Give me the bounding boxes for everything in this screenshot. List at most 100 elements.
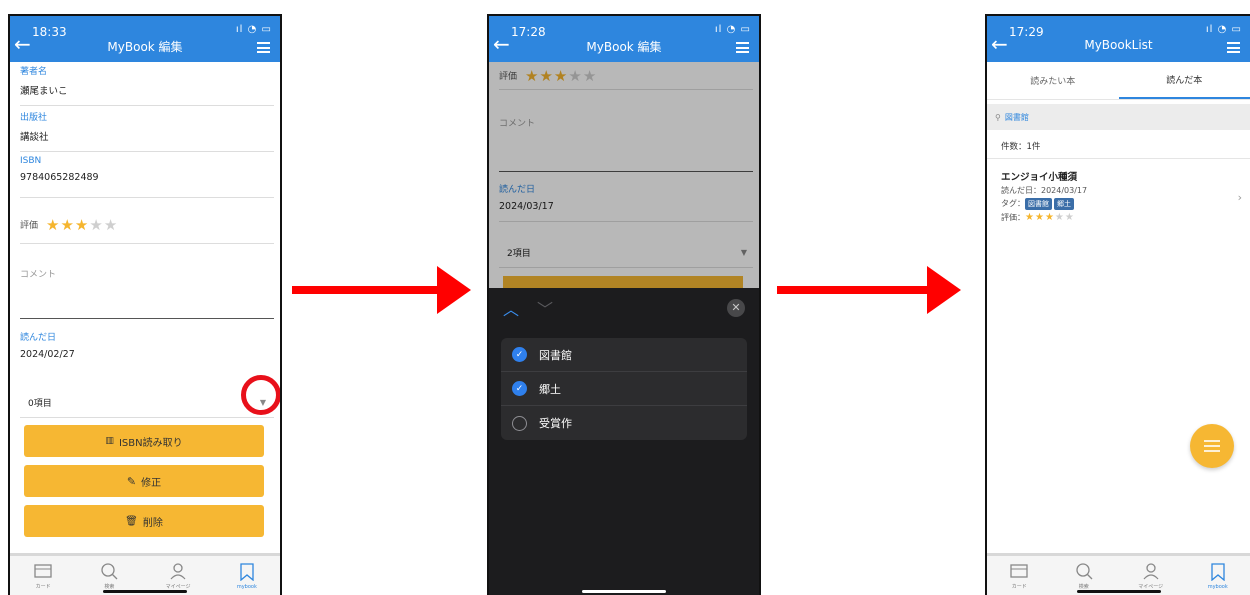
book-tags: タグ： 図書館 郷土: [1001, 198, 1250, 210]
chevron-down-icon[interactable]: ﹀: [537, 300, 553, 319]
tab-label: mybook: [236, 583, 257, 590]
tab-search[interactable]: 検索: [1074, 561, 1094, 590]
rating-field: 評価 ★★★★★: [20, 206, 274, 244]
read-date-value: 2024/02/27: [20, 349, 75, 360]
star-empty-icon: ★: [1064, 212, 1075, 223]
isbn-field[interactable]: ISBN 9784065282489: [20, 156, 274, 198]
tab-mybook[interactable]: mybook: [1208, 562, 1228, 590]
highlight-circle: [241, 375, 280, 415]
chevron-right-icon[interactable]: ›: [1238, 191, 1242, 204]
tab-label: 検索: [104, 584, 115, 590]
option-list: ✓ 図書館 ✓ 郷土 受賞作: [501, 338, 747, 440]
search-icon: [99, 561, 119, 581]
bottom-tab-bar: カード 検索 マイページ mybook: [10, 553, 280, 595]
tab-want-to-read[interactable]: 読みたい本: [987, 62, 1119, 99]
isbn-value: 9784065282489: [20, 172, 99, 183]
flow-arrow: [292, 266, 471, 314]
home-indicator: [103, 590, 187, 593]
signal-wifi-battery-icon: ıl ◔ ▭: [714, 24, 751, 35]
publisher-field[interactable]: 出版社 講談社: [20, 110, 274, 152]
signal-wifi-battery-icon: ıl ◔ ▭: [235, 24, 272, 35]
read-date-label: 読んだ日: [20, 333, 57, 343]
comment-placeholder: コメント: [20, 270, 57, 280]
delete-button[interactable]: 🗑 削除: [24, 505, 264, 537]
option-local[interactable]: ✓ 郷土: [501, 372, 747, 406]
menu-fab-button[interactable]: [1190, 424, 1234, 468]
result-count: 件数：1件: [1001, 142, 1041, 152]
phone-screen-tag-select: 17:28 ← MyBook 編集 ıl ◔ ▭ 評価 ★★★★★ コメント 読…: [487, 14, 761, 595]
author-field[interactable]: 著者名 瀬尾まいこ: [20, 64, 274, 106]
card-icon: [1009, 561, 1029, 581]
option-label: 図書館: [539, 348, 572, 362]
modal-backdrop[interactable]: [489, 62, 759, 288]
app-header: 18:33 ← MyBook 編集 ıl ◔ ▭: [10, 16, 280, 62]
read-date-field[interactable]: 読んだ日 2024/02/27: [20, 330, 274, 368]
trash-icon: 🗑: [125, 515, 138, 527]
star-icon: ★: [1034, 212, 1045, 223]
edit-label: 修正: [141, 477, 162, 489]
tab-label: カード: [1011, 584, 1027, 590]
delete-label: 削除: [142, 517, 163, 529]
app-header: 17:28 ← MyBook 編集 ıl ◔ ▭: [489, 16, 759, 62]
rating-label: 評価：: [1001, 213, 1025, 222]
star-icon[interactable]: ★: [75, 216, 89, 234]
tag-badge: 郷土: [1054, 198, 1074, 210]
rating-stars[interactable]: ★★★★★: [46, 216, 118, 234]
star-icon[interactable]: ★: [60, 216, 74, 234]
star-empty-icon[interactable]: ★: [104, 216, 118, 234]
status-time: 17:29: [1009, 25, 1044, 39]
tab-card[interactable]: カード: [1009, 561, 1029, 590]
option-library[interactable]: ✓ 図書館: [501, 338, 747, 372]
bookmark-icon: [237, 562, 257, 582]
hamburger-menu-icon[interactable]: [736, 42, 749, 53]
tab-mybook[interactable]: mybook: [237, 562, 257, 590]
star-icon[interactable]: ★: [46, 216, 60, 234]
unchecked-circle-icon: [512, 415, 527, 431]
tab-card[interactable]: カード: [33, 561, 53, 590]
edit-button[interactable]: ✎ 修正: [24, 465, 264, 497]
tag-select[interactable]: 0項目 ▼: [20, 388, 274, 418]
tag-filter-bar[interactable]: ⚲ 図書館: [987, 104, 1250, 130]
page-title: MyBook 編集: [586, 40, 662, 54]
list-item[interactable]: エンジョイ小種須 読んだ日：2024/03/17 タグ： 図書館 郷土 評価：★★★…: [987, 158, 1250, 248]
tab-mypage[interactable]: マイページ: [166, 561, 191, 590]
user-icon: [168, 561, 188, 581]
pencil-icon: ✎: [126, 474, 137, 488]
tag-filter-value: 図書館: [1004, 112, 1029, 122]
comment-field[interactable]: コメント: [20, 261, 274, 319]
app-header: 17:29 ← MyBookList ıl ◔ ▭: [987, 16, 1250, 62]
tab-search[interactable]: 検索: [99, 561, 119, 590]
hamburger-menu-icon[interactable]: [257, 42, 270, 53]
close-icon[interactable]: ✕: [727, 299, 745, 317]
checkmark-icon: ✓: [512, 381, 527, 396]
publisher-value: 講談社: [20, 132, 49, 143]
tags-label: タグ：: [1001, 199, 1025, 208]
tab-label: マイページ: [165, 584, 191, 590]
author-value: 瀬尾まいこ: [20, 86, 68, 97]
tab-label: カード: [35, 584, 51, 590]
search-icon: ⚲: [995, 112, 1001, 122]
publisher-label: 出版社: [20, 113, 48, 123]
star-empty-icon[interactable]: ★: [89, 216, 103, 234]
option-award[interactable]: 受賞作: [501, 406, 747, 440]
isbn-scan-label: ISBN読み取り: [118, 437, 183, 449]
tag-badge: 図書館: [1025, 198, 1052, 210]
star-icon: ★: [1044, 212, 1055, 223]
author-label: 著者名: [20, 67, 48, 77]
card-icon: [33, 561, 53, 581]
book-read-date: 読んだ日：2024/03/17: [1001, 186, 1088, 195]
list-tabs: 読みたい本 読んだ本: [987, 62, 1250, 100]
phone-screen-edit: 18:33 ← MyBook 編集 ıl ◔ ▭ 著者名 瀬尾まいこ 出版社 講…: [8, 14, 282, 595]
page-title: MyBook 編集: [107, 40, 183, 54]
rating-label: 評価: [20, 221, 39, 231]
hamburger-menu-icon[interactable]: [1227, 42, 1240, 53]
isbn-label: ISBN: [20, 156, 42, 166]
option-label: 受賞作: [539, 417, 572, 430]
tab-read[interactable]: 読んだ本: [1118, 62, 1250, 99]
bookmark-icon: [1208, 562, 1228, 582]
tab-mypage[interactable]: マイページ: [1138, 561, 1163, 590]
isbn-scan-button[interactable]: ▥ ISBN読み取り: [24, 425, 264, 457]
user-icon: [1141, 561, 1161, 581]
status-time: 17:28: [511, 25, 546, 39]
chevron-up-icon[interactable]: ︿: [503, 300, 519, 319]
